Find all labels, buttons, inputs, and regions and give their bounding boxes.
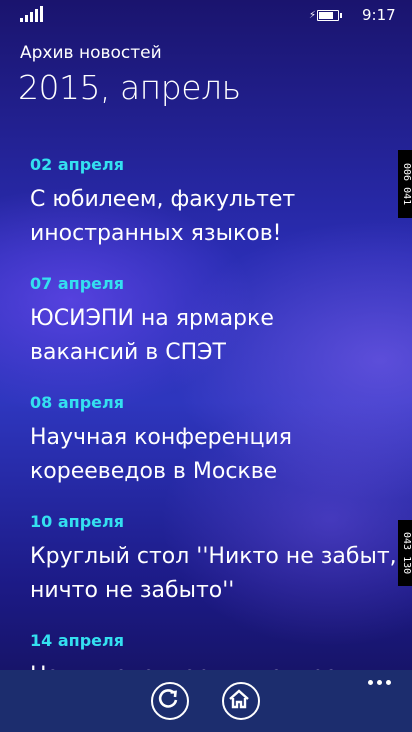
news-item[interactable]: 02 апреля С юбилеем, факультет иностранн… (30, 155, 400, 251)
news-title: Наши волонтеры в центре (30, 659, 400, 670)
news-title: Научная конференция корееведов в Москве (30, 425, 293, 484)
page-title: 2015, апрель (18, 68, 241, 107)
news-date: 14 апреля (30, 631, 124, 650)
news-item[interactable]: 14 апреля Наши волонтеры в центре (30, 631, 400, 670)
battery-icon: ⚡ (309, 10, 342, 21)
news-title: С юбилеем, факультет иностранных языков! (30, 187, 296, 246)
news-date: 08 апреля (30, 393, 124, 412)
news-date: 10 апреля (30, 512, 124, 531)
news-item[interactable]: 08 апреля Научная конференция корееведов… (30, 393, 400, 489)
signal-strength-icon (20, 6, 43, 22)
status-bar: ⚡ 9:17 (0, 0, 412, 32)
side-badge: 043 130 (398, 520, 412, 586)
app-bar (0, 670, 412, 732)
news-title: ЮСИЭПИ на ярмарке вакансий в СПЭТ (30, 306, 274, 365)
news-date: 02 апреля (30, 155, 124, 174)
side-badge: 006 041 (398, 150, 412, 218)
news-item[interactable]: 07 апреля ЮСИЭПИ на ярмарке вакансий в С… (30, 274, 400, 370)
home-icon (228, 688, 249, 708)
refresh-icon (158, 688, 177, 708)
app-title: Архив новостей (20, 43, 162, 63)
refresh-button[interactable] (151, 682, 189, 720)
news-title: Круглый стол ''Никто не забыт, ничто не … (30, 544, 397, 603)
news-date: 07 апреля (30, 274, 124, 293)
charging-plug-icon: ⚡ (309, 10, 317, 21)
status-time: 9:17 (362, 6, 396, 24)
news-item[interactable]: 10 апреля Круглый стол ''Никто не забыт,… (30, 512, 400, 608)
home-button[interactable] (222, 682, 260, 720)
more-dots-icon[interactable] (368, 680, 391, 685)
news-list: 02 апреля С юбилеем, факультет иностранн… (0, 150, 400, 670)
